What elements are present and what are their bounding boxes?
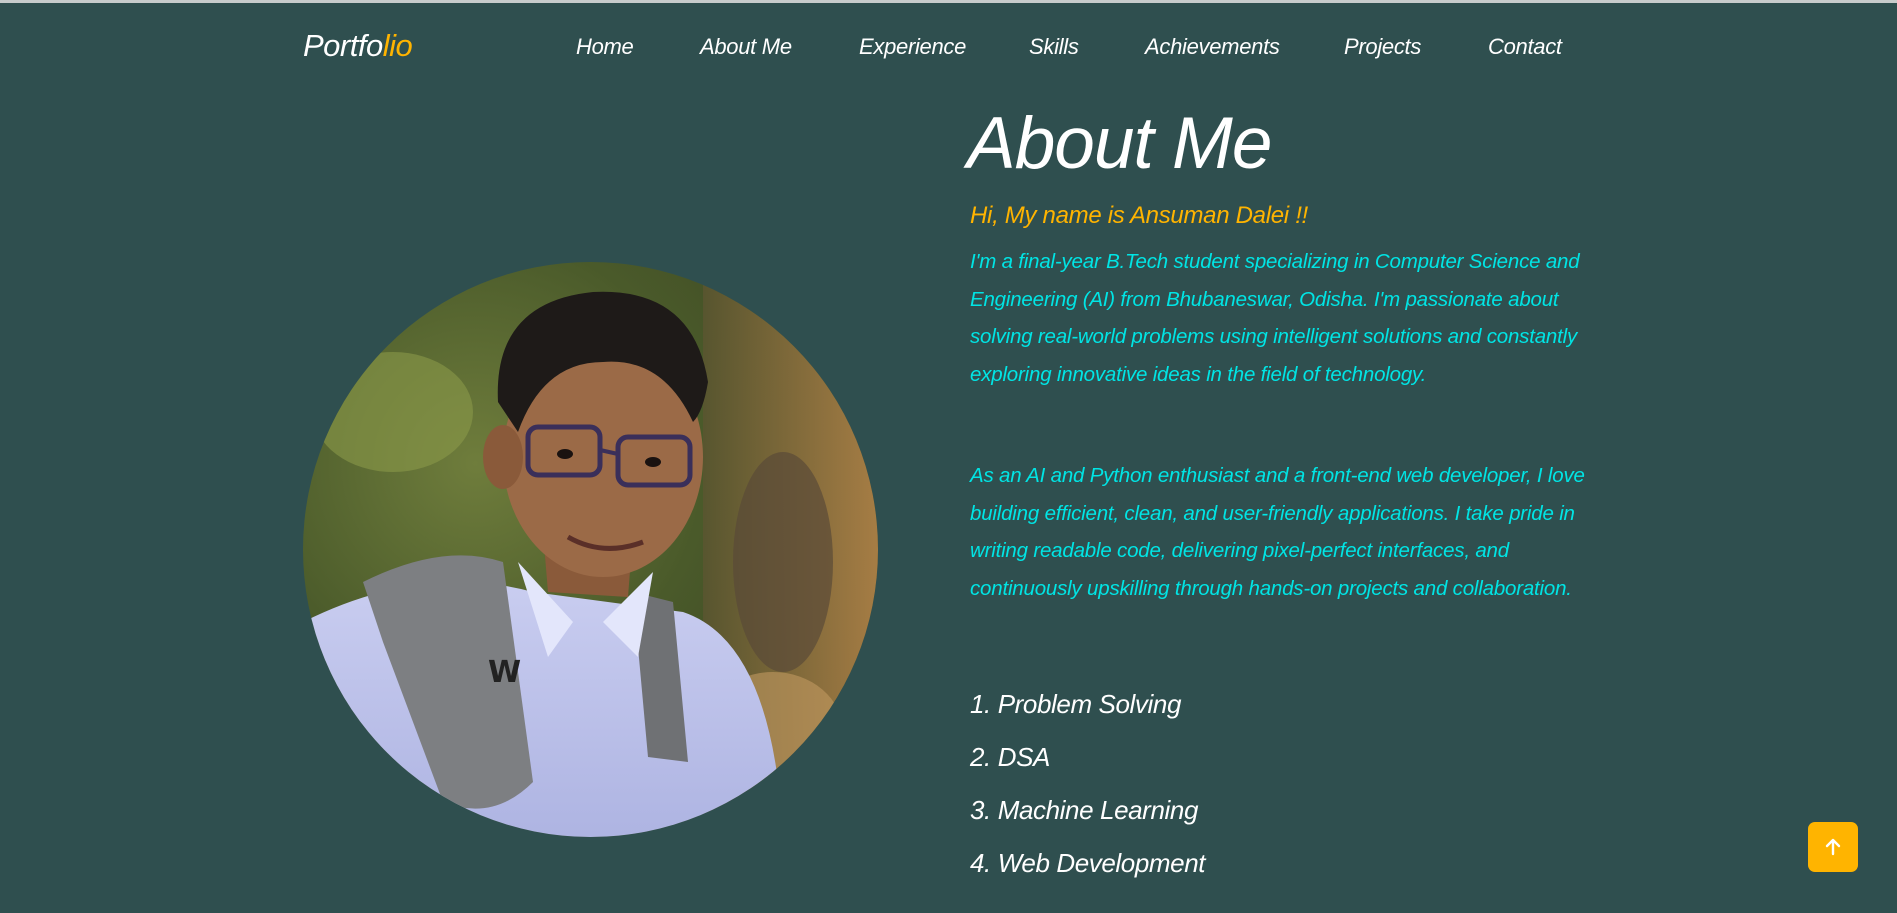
skill-item: 2. DSA xyxy=(970,742,1050,772)
main-nav: Home About Me Experience Skills Achievem… xyxy=(0,34,1897,64)
nav-projects[interactable]: Projects xyxy=(1344,34,1421,60)
skill-item: 3. Machine Learning xyxy=(970,795,1198,825)
browser-top-strip xyxy=(0,0,1897,3)
arrow-up-icon xyxy=(1825,838,1841,856)
about-paragraph-2: As an AI and Python enthusiast and a fro… xyxy=(970,464,1585,600)
svg-text:W: W xyxy=(488,655,521,690)
nav-home[interactable]: Home xyxy=(576,34,634,60)
about-paragraph-1: I'm a final-year B.Tech student speciali… xyxy=(970,250,1580,386)
nav-achievements[interactable]: Achievements xyxy=(1145,34,1280,60)
nav-experience[interactable]: Experience xyxy=(859,34,966,60)
greeting-text: Hi, My name is Ansuman Dalei !! xyxy=(970,202,1308,229)
nav-contact[interactable]: Contact xyxy=(1488,34,1562,60)
about-title: About Me xyxy=(967,103,1272,184)
nav-skills[interactable]: Skills xyxy=(1029,34,1079,60)
skill-item: 1. Problem Solving xyxy=(970,689,1182,719)
scroll-to-top-button[interactable] xyxy=(1808,822,1858,872)
skills-list: 1. Problem Solving 2. DSA 3. Machine Lea… xyxy=(970,682,1206,894)
nav-about-me[interactable]: About Me xyxy=(700,34,792,60)
profile-photo: W xyxy=(303,262,878,837)
skill-item: 4. Web Development xyxy=(970,848,1206,878)
